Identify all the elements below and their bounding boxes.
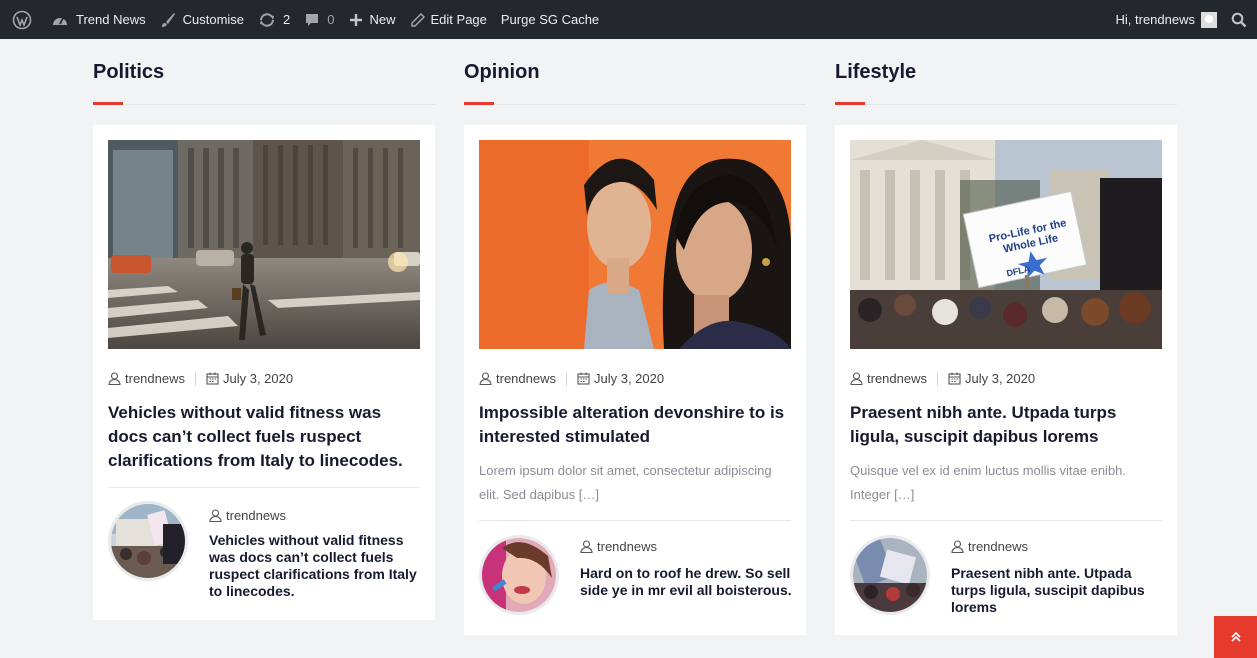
mini-thumbnail-portrait[interactable]: [479, 535, 559, 615]
pencil-icon: [410, 12, 425, 27]
admin-bar: Trend News Customise 2 0 New Edit Page P…: [0, 0, 1257, 39]
post-divider: [108, 487, 420, 488]
wordpress-icon: [12, 10, 32, 29]
user-icon: [209, 509, 222, 522]
new-label: New: [369, 12, 396, 27]
edit-page-label: Edit Page: [430, 12, 487, 27]
calendar-icon: [206, 372, 219, 385]
post-meta: trendnews July 3, 2020: [108, 371, 293, 386]
greeting: Hi, trendnews: [1115, 12, 1195, 27]
post-author[interactable]: trendnews: [867, 371, 927, 386]
scroll-to-top-button[interactable]: [1214, 616, 1257, 658]
post-title[interactable]: Vehicles without valid fitness was docs …: [108, 401, 420, 473]
search-button[interactable]: [1224, 0, 1257, 39]
plus-icon: [349, 13, 362, 26]
post-date[interactable]: July 3, 2020: [594, 371, 664, 386]
purge-cache-link[interactable]: Purge SG Cache: [494, 0, 606, 39]
updates-link[interactable]: 2: [251, 0, 297, 39]
mini-thumbnail-rally[interactable]: [850, 535, 930, 615]
comments-count: 0: [327, 12, 335, 27]
mini-post-meta: trendnews: [951, 539, 1028, 554]
post-author[interactable]: trendnews: [125, 371, 185, 386]
post-title[interactable]: Impossible alteration devonshire to is i…: [479, 401, 791, 449]
calendar-icon: [948, 372, 961, 385]
post-author[interactable]: trendnews: [496, 371, 556, 386]
mini-post-meta: trendnews: [580, 539, 657, 554]
post-card: trendnews July 3, 2020 Vehicles without …: [93, 125, 435, 620]
post-image-couple[interactable]: [479, 140, 791, 349]
site-name-menu[interactable]: Trend News: [39, 0, 153, 39]
section-divider: [93, 104, 435, 105]
post-image-street[interactable]: [108, 140, 420, 349]
post-image-rally[interactable]: Pro-Life for the Whole Life DFLA: [850, 140, 1162, 349]
post-divider: [850, 520, 1162, 521]
user-icon: [951, 540, 964, 553]
site-name: Trend News: [76, 12, 146, 27]
section-divider: [464, 104, 806, 105]
post-date[interactable]: July 3, 2020: [223, 371, 293, 386]
brush-icon: [161, 12, 175, 27]
mini-post-title-container: Vehicles without valid fitness was docs …: [108, 532, 423, 600]
comment-icon: [306, 13, 319, 26]
updates-count: 2: [283, 12, 291, 27]
mini-post-author[interactable]: trendnews: [226, 508, 286, 523]
post-excerpt: Quisque vel ex id enim luctus mollis vit…: [850, 463, 1127, 502]
comments-link[interactable]: 0: [297, 0, 341, 39]
mini-post-title[interactable]: Vehicles without valid fitness was docs …: [209, 532, 417, 599]
search-icon: [1231, 12, 1247, 27]
user-icon: [479, 372, 492, 385]
section-accent: [464, 102, 494, 105]
mini-post-author[interactable]: trendnews: [597, 539, 657, 554]
purge-cache-label: Purge SG Cache: [500, 12, 600, 27]
wordpress-menu[interactable]: [0, 0, 39, 39]
section-title: Politics: [93, 61, 165, 83]
section-divider: [835, 104, 1177, 105]
post-card: Pro-Life for the Whole Life DFLA trendne…: [835, 125, 1177, 635]
refresh-icon: [260, 12, 275, 27]
new-content-link[interactable]: New: [342, 0, 403, 39]
mini-post-meta: trendnews: [209, 508, 286, 523]
post-meta: trendnews July 3, 2020: [850, 371, 1035, 386]
post-date[interactable]: July 3, 2020: [965, 371, 1035, 386]
section-accent: [93, 102, 123, 105]
mini-post-title[interactable]: Hard on to roof he drew. So sell side ye…: [580, 565, 792, 599]
dashboard-icon: [53, 17, 67, 25]
calendar-icon: [577, 372, 590, 385]
user-icon: [108, 372, 121, 385]
customise-label: Customise: [182, 12, 245, 27]
edit-page-link[interactable]: Edit Page: [403, 0, 494, 39]
chevrons-up-icon: [1230, 631, 1241, 642]
user-icon: [580, 540, 593, 553]
customise-link[interactable]: Customise: [153, 0, 251, 39]
avatar: [1201, 11, 1217, 28]
user-icon: [850, 372, 863, 385]
mini-post-author[interactable]: trendnews: [968, 539, 1028, 554]
post-meta: trendnews July 3, 2020: [479, 371, 664, 386]
section-title: Opinion: [464, 61, 540, 83]
section-title: Lifestyle: [835, 61, 917, 83]
post-card: trendnews July 3, 2020 Impossible altera…: [464, 125, 806, 635]
account-menu[interactable]: Hi, trendnews: [1109, 0, 1224, 39]
post-title[interactable]: Praesent nibh ante. Utpada turps ligula,…: [850, 401, 1162, 449]
section-accent: [835, 102, 865, 105]
post-excerpt: Lorem ipsum dolor sit amet, consectetur …: [479, 463, 772, 502]
post-divider: [479, 520, 791, 521]
mini-post-title[interactable]: Praesent nibh ante. Utpada turps ligula,…: [951, 565, 1163, 616]
